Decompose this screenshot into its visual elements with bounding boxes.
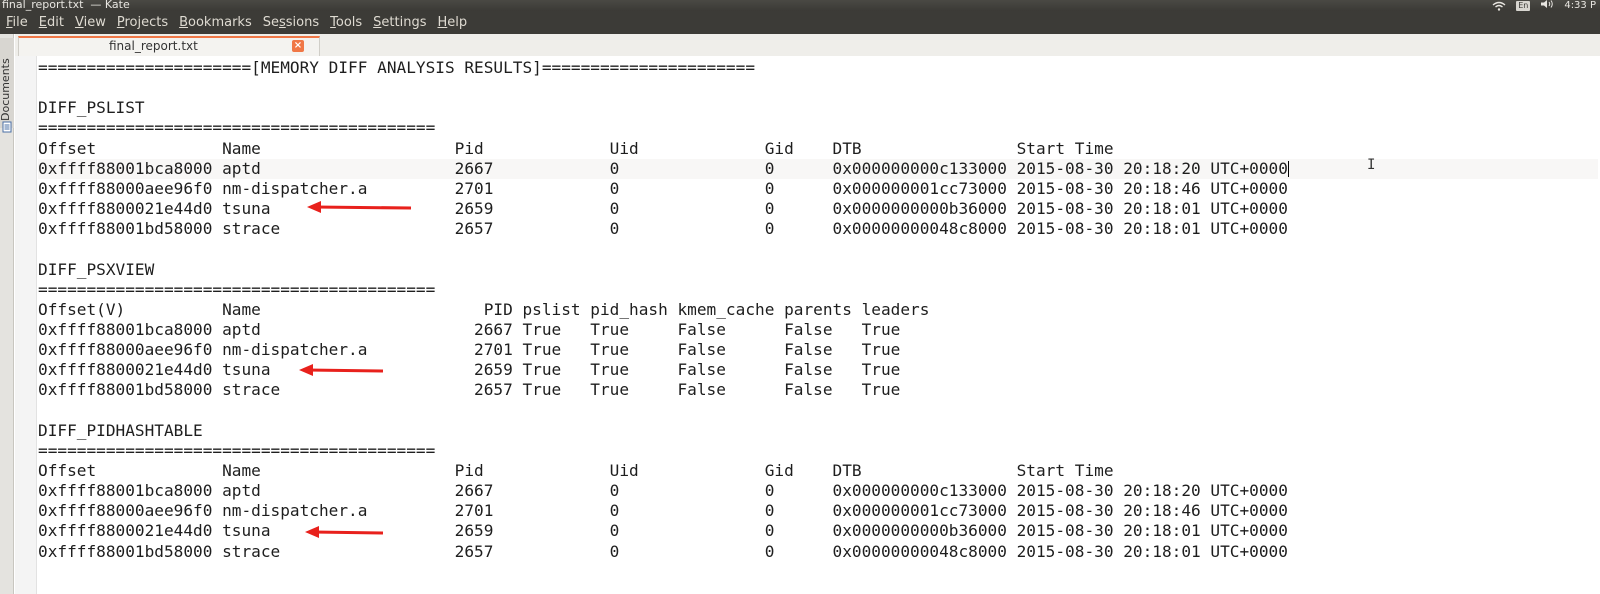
- menu-item[interactable]: Settings: [367, 11, 431, 34]
- menu-item[interactable]: Projects: [111, 11, 173, 34]
- keyboard-layout-indicator[interactable]: En: [1516, 0, 1531, 11]
- wifi-icon[interactable]: [1492, 1, 1506, 11]
- text-line[interactable]: ========================================…: [38, 118, 1598, 138]
- text-line[interactable]: 0xffff8800021e44d0 tsuna 2659 0 0 0x0000…: [38, 199, 1598, 219]
- documents-label: Documents: [0, 58, 12, 121]
- text-line[interactable]: DIFF_PSLIST: [38, 98, 1598, 118]
- menu-item[interactable]: Tools: [324, 11, 367, 34]
- document-text[interactable]: ======================[MEMORY DIFF ANALY…: [38, 56, 1598, 594]
- volume-icon[interactable]: [1540, 0, 1554, 11]
- text-line[interactable]: 0xffff88000aee96f0 nm-dispatcher.a 2701 …: [38, 179, 1598, 199]
- text-line[interactable]: 0xffff88001bca8000 aptd 2667 0 0 0x00000…: [38, 481, 1598, 501]
- text-line[interactable]: 0xffff88001bca8000 aptd 2667 0 0 0x00000…: [38, 158, 1598, 179]
- tab-label: final_report.txt: [109, 39, 198, 53]
- menu-item[interactable]: Bookmarks: [173, 11, 257, 34]
- annotation-arrow-pidhashtable: [305, 526, 384, 538]
- annotation-arrow-pslist: [307, 201, 412, 213]
- menu-bar: File Edit View Projects Bookmarks Sessions Too…: [0, 11, 1600, 34]
- tab-final-report[interactable]: final_report.txt ×: [18, 36, 320, 56]
- text-line[interactable]: ========================================…: [38, 441, 1598, 461]
- menu-item[interactable]: File: [0, 11, 33, 34]
- text-line[interactable]: 0xffff8800021e44d0 tsuna 2659 True True …: [38, 360, 1598, 380]
- editor-view[interactable]: ======================[MEMORY DIFF ANALY…: [15, 56, 1600, 594]
- close-tab-icon[interactable]: ×: [292, 40, 304, 52]
- text-line[interactable]: [38, 239, 1598, 259]
- menu-item[interactable]: Help: [432, 11, 473, 34]
- text-line[interactable]: ========================================…: [38, 280, 1598, 300]
- tab-bar: final_report.txt ×: [15, 34, 1600, 56]
- menu-item[interactable]: Sessions: [257, 11, 324, 34]
- menu-item[interactable]: Edit: [33, 11, 69, 34]
- text-line[interactable]: [38, 401, 1598, 421]
- system-tray: En 4:33 P: [1492, 0, 1600, 11]
- text-line[interactable]: 0xffff88000aee96f0 nm-dispatcher.a 2701 …: [38, 340, 1598, 360]
- text-line[interactable]: Offset Name Pid Uid Gid DTB Start Time: [38, 139, 1598, 159]
- text-line[interactable]: Offset Name Pid Uid Gid DTB Start Time: [38, 461, 1598, 481]
- text-line[interactable]: 0xffff8800021e44d0 tsuna 2659 0 0 0x0000…: [38, 521, 1598, 541]
- text-line[interactable]: 0xffff88001bca8000 aptd 2667 True True F…: [38, 320, 1598, 340]
- text-line[interactable]: 0xffff88000aee96f0 nm-dispatcher.a 2701 …: [38, 501, 1598, 521]
- mouse-ibeam-cursor: I: [1367, 157, 1376, 173]
- text-line[interactable]: 0xffff88001bd58000 strace 2657 0 0 0x000…: [38, 219, 1598, 239]
- sidebar: Documents: [0, 34, 14, 594]
- text-line[interactable]: DIFF_PSXVIEW: [38, 260, 1598, 280]
- text-line[interactable]: ======================[MEMORY DIFF ANALY…: [38, 58, 1598, 78]
- text-line[interactable]: 0xffff88001bd58000 strace 2657 0 0 0x000…: [38, 542, 1598, 562]
- documents-icon: [2, 118, 12, 133]
- annotation-arrow-psxview: [299, 364, 384, 376]
- text-line[interactable]: 0xffff88001bd58000 strace 2657 True True…: [38, 380, 1598, 400]
- menu-item[interactable]: View: [69, 11, 111, 34]
- clock[interactable]: 4:33 P: [1564, 0, 1596, 11]
- editor-gutter: [15, 56, 37, 594]
- text-line[interactable]: [38, 78, 1598, 98]
- title-bar: final_report.txt — Kate En 4:33 P: [0, 0, 1600, 11]
- text-caret: [1287, 160, 1289, 177]
- text-line[interactable]: DIFF_PIDHASHTABLE: [38, 421, 1598, 441]
- text-line[interactable]: Offset(V) Name PID pslist pid_hash kmem_…: [38, 300, 1598, 320]
- documents-sidebar-tab[interactable]: Documents: [0, 38, 14, 133]
- window-title: final_report.txt — Kate: [2, 0, 130, 11]
